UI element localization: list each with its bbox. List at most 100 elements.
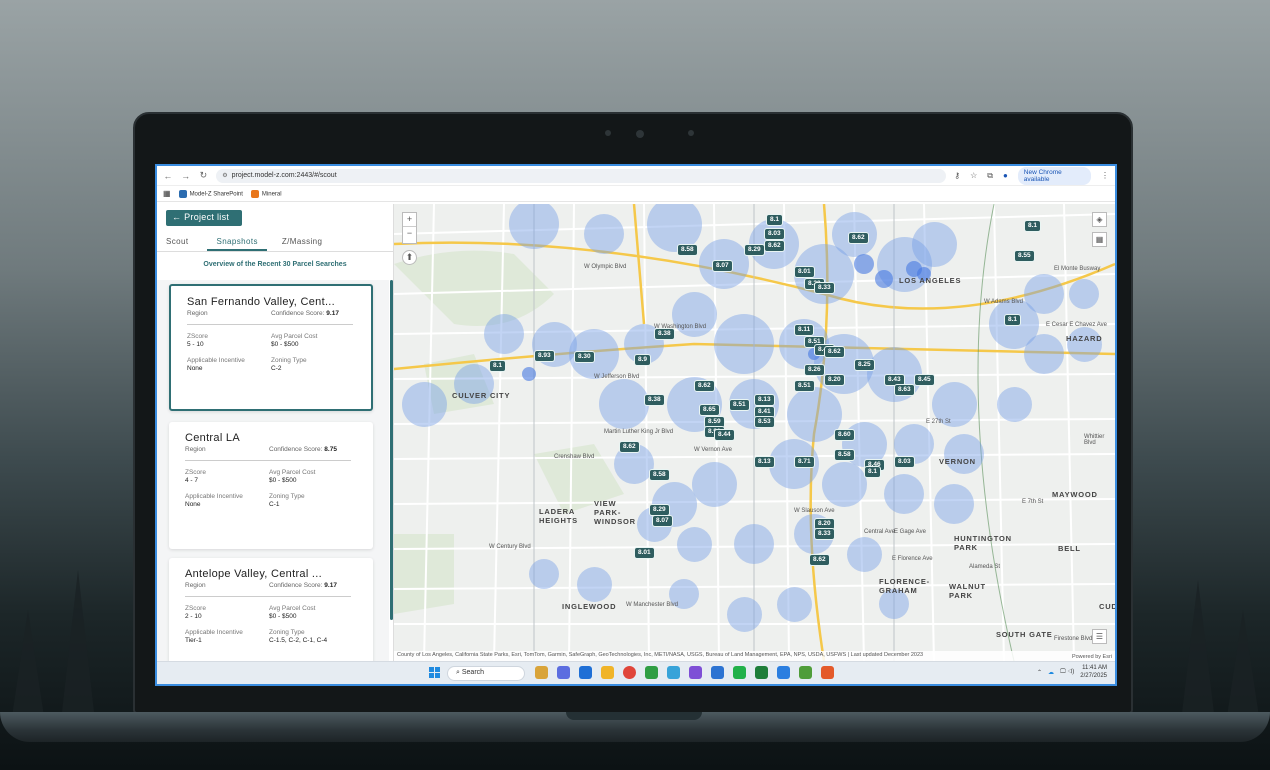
parcel-score-pin[interactable]: 8.62 (848, 232, 869, 244)
parcel-score-pin[interactable]: 8.58 (649, 469, 670, 481)
parcel-score-pin[interactable]: 8.07 (712, 260, 733, 272)
parcel-score-pin[interactable]: 8.65 (699, 404, 720, 416)
parcel-score-pin[interactable]: 8.33 (814, 528, 835, 540)
parcel-score-pin[interactable]: 8.62 (619, 441, 640, 453)
parcel-score-pin[interactable]: 8.44 (714, 429, 735, 441)
parcel-score-pin[interactable]: 8.9 (634, 354, 652, 366)
tab-z-massing[interactable]: Z/Massing (273, 236, 332, 251)
taskbar-app-icon[interactable] (557, 666, 570, 679)
parcel-score-pin[interactable]: 8.07 (652, 515, 673, 527)
powered-by-esri[interactable]: Powered by Esri (1071, 654, 1112, 660)
parcel-score-pin[interactable]: 8.63 (894, 384, 915, 396)
parcel-score-pin[interactable]: 8.13 (754, 394, 775, 406)
parcel-score-pin[interactable]: 8.38 (644, 394, 665, 406)
taskbar-app-icon[interactable] (733, 666, 746, 679)
apps-grid-icon[interactable]: ▦ (163, 189, 171, 198)
bookmark-star-icon[interactable]: ☆ (970, 171, 977, 180)
taskbar-app-icon[interactable] (601, 666, 614, 679)
parcel-score-pin[interactable]: 8.45 (914, 374, 935, 386)
compass-icon[interactable]: ⬆ (402, 250, 417, 265)
parcel-score-pin[interactable]: 8.58 (677, 244, 698, 256)
parcel-score-pin[interactable]: 8.53 (754, 416, 775, 428)
taskbar-app-icon[interactable] (579, 666, 592, 679)
menu-kebab-icon[interactable]: ⋮ (1101, 171, 1109, 180)
parcel-score-pin[interactable]: 8.1 (766, 214, 784, 226)
heat-blob (584, 214, 624, 254)
confidence-label: Confidence Score: 8.75 (269, 446, 337, 453)
parcel-score-pin[interactable]: 8.51 (794, 380, 815, 392)
network-sound-icon[interactable]: 🖵 ◁) (1060, 669, 1074, 676)
taskbar-app-icon[interactable] (821, 666, 834, 679)
parcel-score-pin[interactable]: 8.38 (654, 328, 675, 340)
parcel-score-pin[interactable]: 8.62 (824, 346, 845, 358)
parcel-score-pin[interactable]: 8.30 (574, 351, 595, 363)
basemap-icon[interactable]: ▦ (1092, 232, 1107, 247)
snapshot-card[interactable]: San Fernando Valley, Cent... Region Confi… (169, 284, 373, 411)
taskbar-app-icon[interactable] (645, 666, 658, 679)
extensions-icon[interactable]: ⧉ (987, 171, 993, 181)
back-icon[interactable]: ← (163, 171, 173, 181)
tab-scout[interactable]: Scout (157, 236, 197, 251)
parcel-score-pin[interactable]: 8.33 (814, 282, 835, 294)
project-list-button[interactable]: ← Project list (166, 210, 242, 226)
parcel-score-pin[interactable]: 8.20 (824, 374, 845, 386)
parcel-score-pin[interactable]: 8.1 (1004, 314, 1022, 326)
parcel-score-pin[interactable]: 8.26 (804, 364, 825, 376)
taskbar-app-icon[interactable] (777, 666, 790, 679)
snapshot-card[interactable]: Central LA Region Confidence Score: 8.75 … (169, 422, 373, 549)
new-chrome-button[interactable]: New Chrome available (1017, 166, 1091, 185)
parcel-score-pin[interactable]: 8.01 (794, 266, 815, 278)
parcel-score-pin[interactable]: 8.62 (694, 380, 715, 392)
taskbar-app-icon[interactable] (755, 666, 768, 679)
taskbar-app-icon[interactable] (689, 666, 702, 679)
parcel-score-pin[interactable]: 8.1 (864, 466, 882, 478)
taskbar-app-icon[interactable] (623, 666, 636, 679)
bookmark-sharepoint[interactable]: Model-Z SharePoint (178, 189, 243, 198)
taskbar-app-icon[interactable] (667, 666, 680, 679)
key-icon[interactable]: ⚷ (954, 171, 960, 180)
layers-icon[interactable]: ◈ (1092, 212, 1107, 227)
parcel-score-pin[interactable]: 8.62 (809, 554, 830, 566)
zscore-value: 4 - 7 (185, 477, 199, 484)
heat-blob (996, 386, 1032, 422)
taskbar-app-icon[interactable] (711, 666, 724, 679)
address-bar[interactable]: ⚙ project.model-z.com:2443/#/scout (216, 168, 947, 183)
site-info-icon[interactable]: ⚙ (222, 172, 227, 179)
parcel-score-pin[interactable]: 8.29 (744, 244, 765, 256)
reload-icon[interactable]: ↻ (198, 170, 208, 181)
parcel-score-pin[interactable]: 8.13 (754, 456, 775, 468)
parcel-score-pin[interactable]: 8.62 (764, 240, 785, 252)
parcel-score-pin[interactable]: 8.93 (534, 350, 555, 362)
parcel-score-pin[interactable]: 8.55 (1014, 250, 1035, 262)
parcel-score-pin[interactable]: 8.1 (489, 360, 507, 372)
parcel-score-pin[interactable]: 8.01 (634, 547, 655, 559)
onedrive-icon[interactable]: ☁ (1048, 669, 1054, 676)
parcel-score-pin[interactable]: 8.58 (834, 449, 855, 461)
windows-start-icon[interactable] (429, 667, 440, 678)
zoom-in-button[interactable]: + (403, 213, 416, 226)
parcel-score-pin[interactable]: 8.25 (854, 359, 875, 371)
zoom-control: + − (402, 212, 417, 244)
zoom-out-button[interactable]: − (403, 226, 416, 240)
bookmark-mineral[interactable]: Mineral (250, 189, 282, 198)
tray-chevron-icon[interactable]: ⌃ (1037, 669, 1042, 676)
parcel-score-pin[interactable]: 8.60 (834, 429, 855, 441)
parcel-score-pin[interactable]: 8.03 (764, 228, 785, 240)
parcel-score-pin[interactable]: 8.1 (1024, 220, 1042, 232)
profile-icon[interactable]: ● (1003, 171, 1008, 180)
parcel-score-pin[interactable]: 8.03 (894, 456, 915, 468)
legend-icon[interactable]: ☰ (1092, 629, 1107, 644)
taskbar-app-icon[interactable] (799, 666, 812, 679)
tab-snapshots[interactable]: Snapshots (207, 236, 267, 251)
forward-icon[interactable]: → (181, 171, 191, 181)
taskbar-search[interactable]: ⌕ Search (447, 666, 525, 681)
map-view[interactable]: LOS ANGELES CULVER CITY VIEW PARK-WINDSO… (394, 204, 1115, 661)
parcel-score-pin[interactable]: 8.71 (794, 456, 815, 468)
clock[interactable]: 11:41 AM 2/27/2025 (1080, 664, 1107, 680)
parcel-score-pin[interactable]: 8.51 (729, 399, 750, 411)
sidebar-scrollbar[interactable] (390, 280, 393, 620)
taskbar-app-icon[interactable] (535, 666, 548, 679)
parcel-score-pin[interactable]: 8.11 (794, 324, 815, 336)
cost-label: Avg Parcel Cost (269, 605, 316, 612)
snapshot-card[interactable]: Antelope Valley, Central ... Region Confi… (169, 558, 373, 661)
